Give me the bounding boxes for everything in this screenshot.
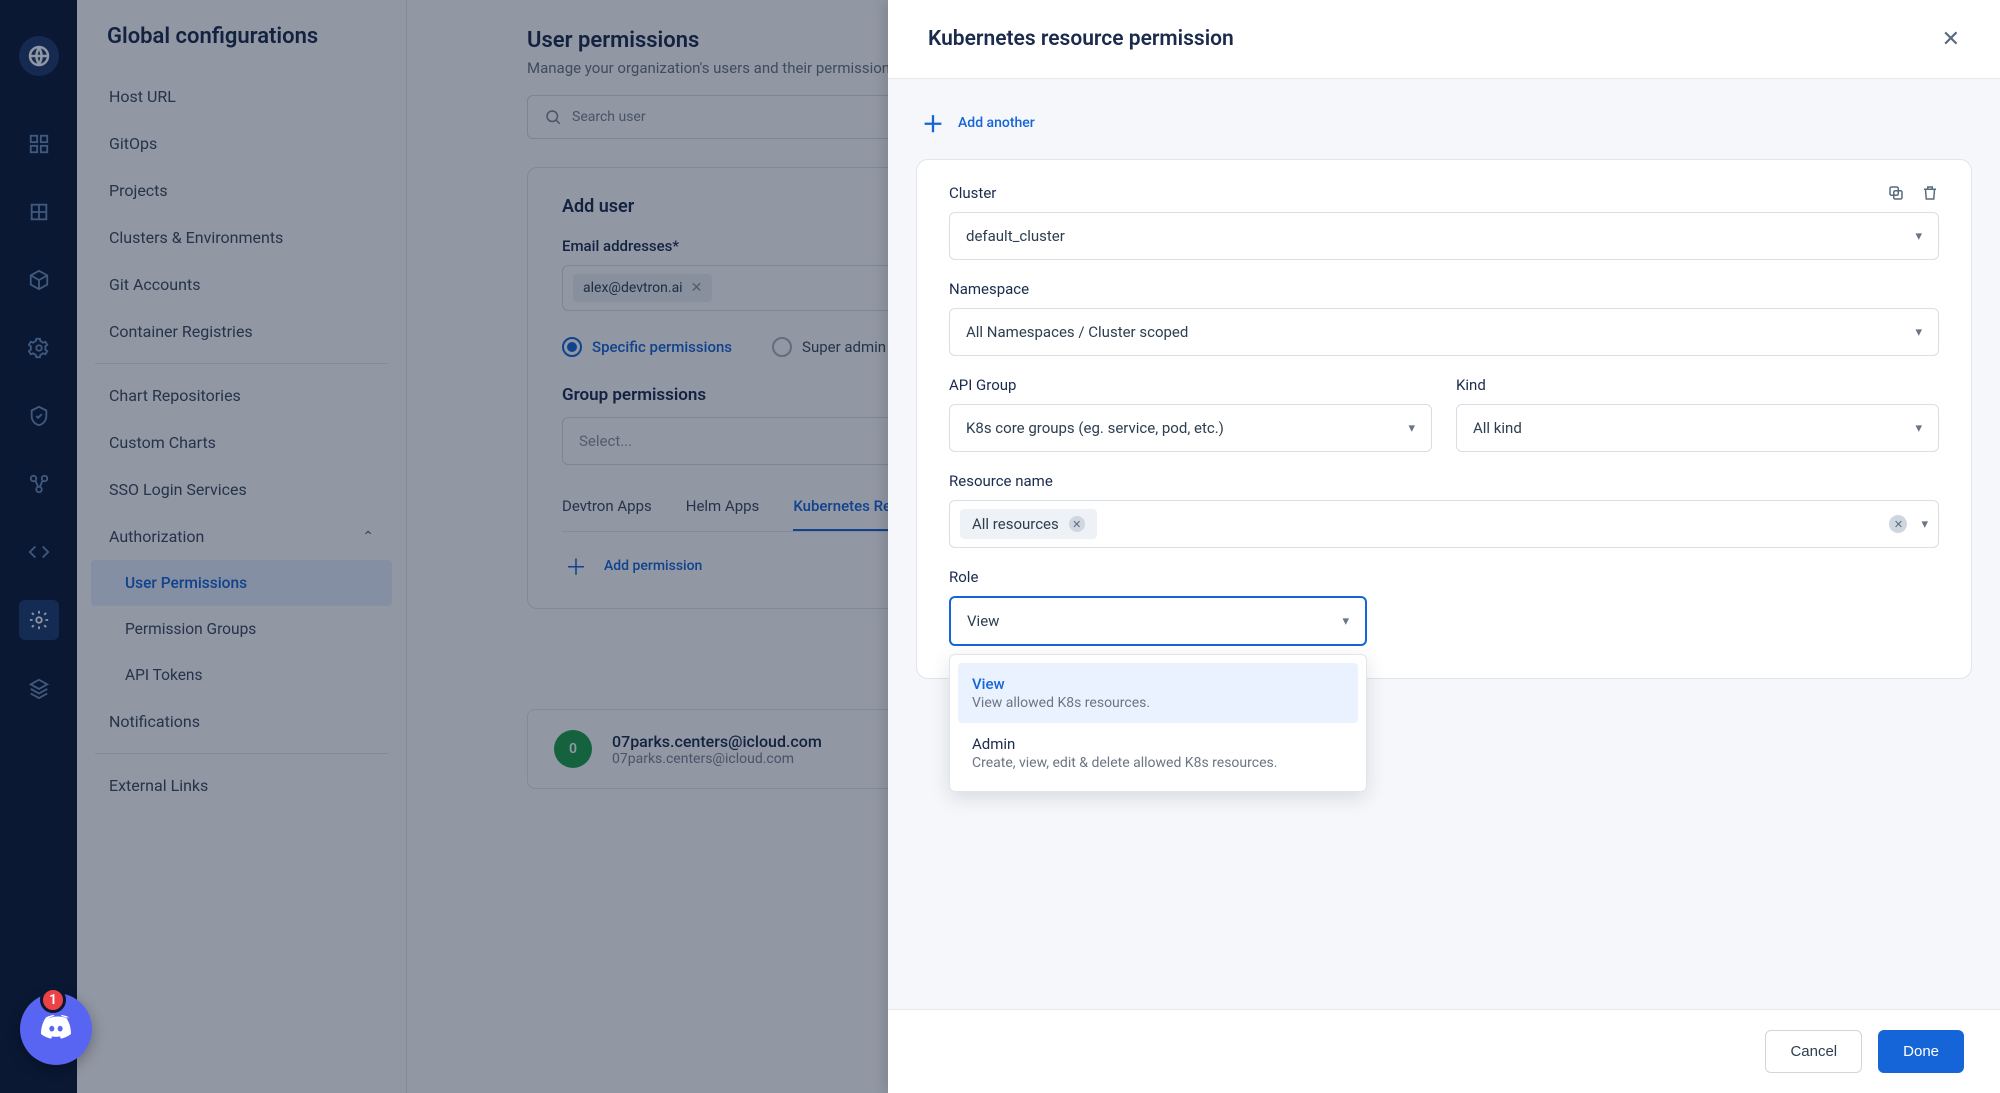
kind-select[interactable]: All kind ▾ bbox=[1456, 404, 1939, 452]
chevron-down-icon: ▾ bbox=[1408, 421, 1415, 436]
drawer-body: ＋ Add another Cluster default_cluster bbox=[888, 79, 2000, 1009]
apigroup-select[interactable]: K8s core groups (eg. service, pod, etc.)… bbox=[949, 404, 1432, 452]
remove-tag-icon[interactable]: ✕ bbox=[1069, 516, 1085, 532]
permission-drawer: Kubernetes resource permission ✕ ＋ Add a… bbox=[888, 0, 2000, 1093]
kind-label: Kind bbox=[1456, 376, 1939, 394]
drawer-title: Kubernetes resource permission bbox=[928, 27, 1234, 51]
close-button[interactable]: ✕ bbox=[1942, 26, 1960, 52]
chevron-down-icon: ▾ bbox=[1915, 421, 1922, 436]
drawer-header: Kubernetes resource permission ✕ bbox=[888, 0, 2000, 79]
discord-icon bbox=[36, 1009, 76, 1049]
done-button[interactable]: Done bbox=[1878, 1030, 1964, 1073]
close-icon: ✕ bbox=[1942, 26, 1960, 51]
clear-all-icon[interactable]: ✕ bbox=[1889, 515, 1907, 533]
role-option-admin[interactable]: Admin Create, view, edit & delete allowe… bbox=[958, 723, 1358, 783]
cancel-button[interactable]: Cancel bbox=[1765, 1030, 1862, 1073]
resource-name-label: Resource name bbox=[949, 472, 1939, 490]
plus-icon: ＋ bbox=[922, 107, 944, 139]
namespace-select[interactable]: All Namespaces / Cluster scoped ▾ bbox=[949, 308, 1939, 356]
chevron-down-icon: ▾ bbox=[1915, 325, 1922, 340]
delete-button[interactable] bbox=[1921, 184, 1939, 205]
trash-icon bbox=[1921, 184, 1939, 202]
apigroup-label: API Group bbox=[949, 376, 1432, 394]
chevron-down-icon: ▾ bbox=[1342, 614, 1349, 629]
chevron-down-icon: ▾ bbox=[1915, 229, 1922, 244]
role-select[interactable]: View ▾ bbox=[949, 596, 1367, 646]
resource-tag: All resources ✕ bbox=[960, 509, 1097, 539]
copy-button[interactable] bbox=[1887, 184, 1905, 205]
role-option-view[interactable]: View View allowed K8s resources. bbox=[958, 663, 1358, 723]
chevron-down-icon: ▾ bbox=[1921, 517, 1928, 532]
copy-icon bbox=[1887, 184, 1905, 202]
add-another-button[interactable]: ＋ Add another bbox=[922, 107, 1972, 139]
permission-card: Cluster default_cluster ▾ Namespace bbox=[916, 159, 1972, 679]
notification-badge: 1 bbox=[40, 987, 66, 1013]
drawer-footer: Cancel Done bbox=[888, 1009, 2000, 1093]
cluster-select[interactable]: default_cluster ▾ bbox=[949, 212, 1939, 260]
role-dropdown: View View allowed K8s resources. Admin C… bbox=[949, 654, 1367, 792]
role-label: Role bbox=[949, 568, 1939, 586]
discord-fab[interactable]: 1 bbox=[20, 993, 92, 1065]
resource-name-select[interactable]: All resources ✕ ✕ ▾ bbox=[949, 500, 1939, 548]
cluster-label: Cluster bbox=[949, 184, 1887, 202]
namespace-label: Namespace bbox=[949, 280, 1939, 298]
